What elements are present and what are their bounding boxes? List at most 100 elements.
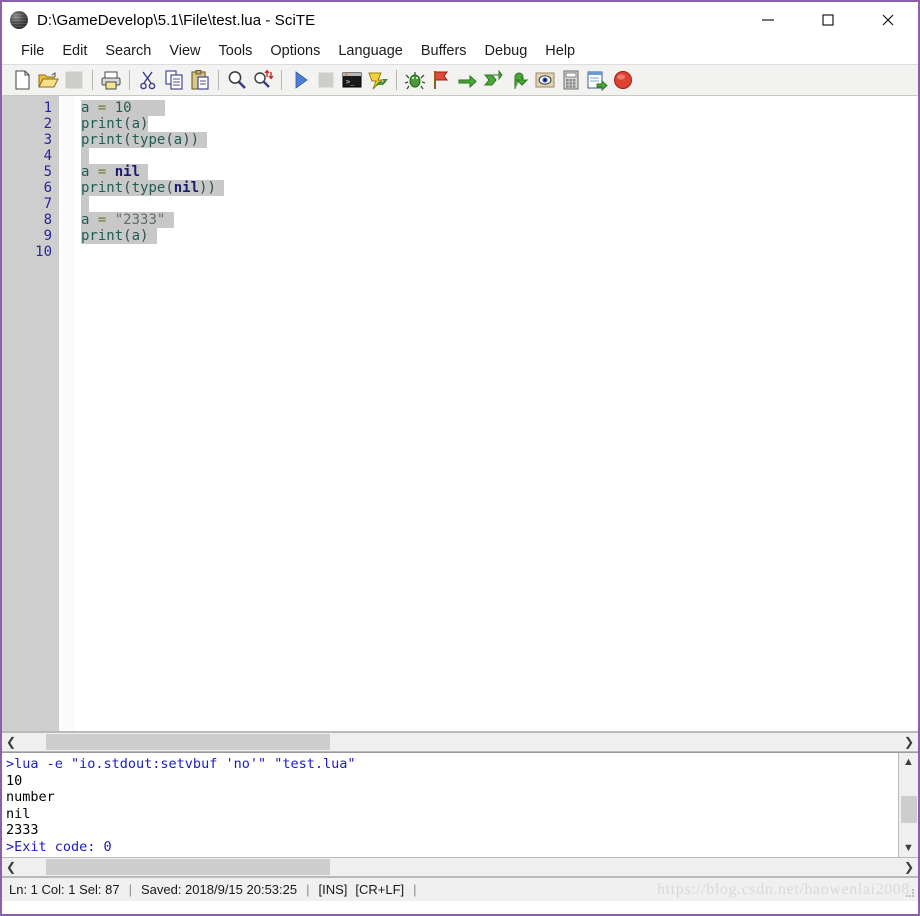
line-number: 4 <box>43 148 52 164</box>
menu-item-search[interactable]: Search <box>96 41 160 62</box>
chevron-right-icon[interactable]: ❯ <box>900 733 918 751</box>
menu-item-help[interactable]: Help <box>536 41 584 62</box>
menu-item-buffers[interactable]: Buffers <box>412 41 476 62</box>
line-ending-status: [CR+LF] <box>355 882 405 897</box>
toolbar-run-button[interactable] <box>287 67 313 93</box>
code-line-content: a = nil <box>81 164 149 180</box>
toolbar-open-file-button[interactable] <box>35 67 61 93</box>
editor-horizontal-scrollbar[interactable]: ❮ ❯ <box>2 732 918 752</box>
toolbar-console-button[interactable]: >_ <box>339 67 365 93</box>
resize-grip-icon[interactable] <box>905 888 915 898</box>
title-bar: D:\GameDevelop\5.1\File\test.lua - SciTE <box>2 2 918 38</box>
code-line[interactable]: print(type(nil)) <box>81 180 918 196</box>
code-token: 10 <box>114 100 132 116</box>
line-number: 1 <box>43 100 52 116</box>
chevron-down-icon[interactable]: ▼ <box>899 839 918 857</box>
close-icon <box>882 14 894 26</box>
toolbar-copy-button[interactable] <box>161 67 187 93</box>
code-line[interactable]: a = 10 <box>81 100 918 116</box>
code-token: ( <box>123 228 132 244</box>
toolbar: >_ <box>2 65 918 96</box>
menu-item-file[interactable]: File <box>12 41 53 62</box>
toolbar-breakpoint-flag-button[interactable] <box>428 67 454 93</box>
toolbar-print-button[interactable] <box>98 67 124 93</box>
editor-hscroll-thumb[interactable] <box>46 734 330 750</box>
fold-margin[interactable] <box>59 96 75 731</box>
toolbar-step-into-button[interactable] <box>480 67 506 93</box>
toolbar-new-file-button[interactable] <box>9 67 35 93</box>
toolbar-export-button[interactable] <box>584 67 610 93</box>
paste-icon <box>191 70 209 90</box>
watermark: https://blog.csdn.net/haowenlai2008 <box>657 881 910 898</box>
menu-item-tools[interactable]: Tools <box>210 41 262 62</box>
code-line-content: print(a) <box>81 116 149 132</box>
code-line[interactable]: a = "2333" <box>81 212 918 228</box>
code-line[interactable] <box>81 196 918 212</box>
code-line-content: print(type(nil)) <box>81 180 225 196</box>
toolbar-cut-button[interactable] <box>135 67 161 93</box>
toolbar-step-over-button[interactable] <box>454 67 480 93</box>
chevron-left-icon[interactable]: ❮ <box>2 733 20 751</box>
code-line[interactable]: print(a) <box>81 116 918 132</box>
toolbar-debug-bug-button[interactable] <box>402 67 428 93</box>
chevron-up-icon[interactable]: ▲ <box>899 753 918 771</box>
code-line[interactable] <box>81 148 918 164</box>
menu-item-language[interactable]: Language <box>329 41 412 62</box>
code-line[interactable]: print(a) <box>81 228 918 244</box>
toolbar-find-button[interactable] <box>224 67 250 93</box>
toolbar-halt-button[interactable] <box>610 67 636 93</box>
output-hscroll-thumb[interactable] <box>46 859 330 875</box>
toolbar-calculator-button[interactable] <box>558 67 584 93</box>
output-hscroll-track[interactable] <box>20 858 900 876</box>
toolbar-separator <box>129 70 130 90</box>
toolbar-paste-button[interactable] <box>187 67 213 93</box>
compile-icon <box>368 72 388 90</box>
output-vertical-scrollbar[interactable]: ▲ ▼ <box>898 753 918 857</box>
code-token: print <box>81 180 124 196</box>
output-vscroll-thumb[interactable] <box>901 796 917 823</box>
output-pane[interactable]: >lua -e "io.stdout:setvbuf 'no'" "test.l… <box>2 752 918 857</box>
toolbar-compile-button[interactable] <box>365 67 391 93</box>
status-divider: | <box>306 882 310 897</box>
line-number: 8 <box>43 212 52 228</box>
code-token: ) <box>140 116 149 132</box>
code-text-area[interactable]: a = 10 print(a) print(type(a)) a = nil pr… <box>75 96 918 731</box>
line-number: 3 <box>43 132 52 148</box>
toolbar-separator <box>396 70 397 90</box>
output-text[interactable]: >lua -e "io.stdout:setvbuf 'no'" "test.l… <box>2 753 898 857</box>
insert-mode-status: [INS] <box>318 882 348 897</box>
maximize-button[interactable] <box>798 2 858 38</box>
toolbar-watch-eye-button[interactable] <box>532 67 558 93</box>
code-token: a <box>131 116 141 132</box>
line-number: 9 <box>43 228 52 244</box>
find-icon <box>228 71 246 89</box>
selection-padding <box>140 164 148 180</box>
menu-item-edit[interactable]: Edit <box>53 41 96 62</box>
menu-item-view[interactable]: View <box>160 41 209 62</box>
selection-padding <box>199 132 207 148</box>
output-command-line: >lua -e "io.stdout:setvbuf 'no'" "test.l… <box>6 756 356 772</box>
code-line[interactable]: print(type(a)) <box>81 132 918 148</box>
output-stdout-line: 2333 <box>6 822 39 838</box>
menu-item-debug[interactable]: Debug <box>476 41 537 62</box>
status-bar: Ln: 1 Col: 1 Sel: 87 | Saved: 2018/9/15 … <box>2 877 918 901</box>
close-button[interactable] <box>858 2 918 38</box>
menu-item-options[interactable]: Options <box>261 41 329 62</box>
toolbar-step-out-button[interactable] <box>506 67 532 93</box>
watch-eye-icon <box>535 72 555 88</box>
code-line-content: print(a) <box>81 228 157 244</box>
output-stdout-line: nil <box>6 805 31 822</box>
code-token: ( <box>123 116 132 132</box>
code-editor[interactable]: 1 2 3 4 5 6 7 8 9 10 a = 10 print(a) print(type(a)… <box>2 96 918 732</box>
output-horizontal-scrollbar[interactable]: ❮ ❯ <box>2 857 918 877</box>
output-stdout-line: number <box>6 789 55 805</box>
minimize-button[interactable] <box>738 2 798 38</box>
chevron-left-icon[interactable]: ❮ <box>2 858 20 876</box>
toolbar-replace-button[interactable] <box>250 67 276 93</box>
chevron-right-icon[interactable]: ❯ <box>900 858 918 876</box>
line-number: 7 <box>43 196 52 212</box>
code-line[interactable]: a = nil <box>81 164 918 180</box>
editor-hscroll-track[interactable] <box>20 733 900 751</box>
code-line[interactable] <box>81 244 918 260</box>
